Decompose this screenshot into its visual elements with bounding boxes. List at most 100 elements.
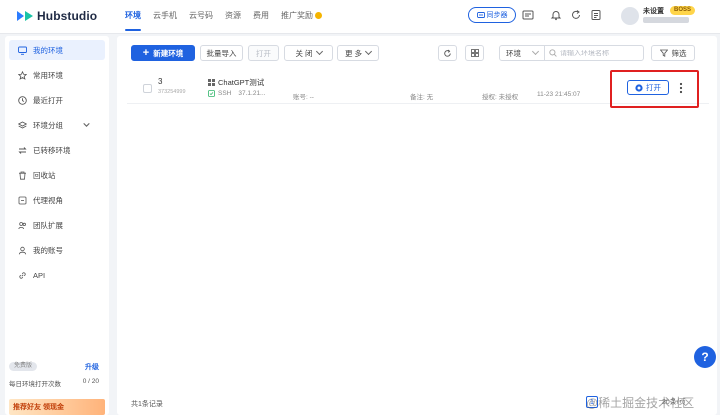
chevron-down-icon bbox=[315, 47, 323, 56]
grid-icon bbox=[470, 49, 479, 57]
star-icon bbox=[18, 70, 27, 80]
quota-label: 每日环境打开次数 bbox=[9, 381, 61, 388]
env-remark: 备注: 无 bbox=[410, 94, 434, 101]
sidebar-item-label: 常用环境 bbox=[33, 70, 63, 80]
env-index: 3 bbox=[158, 77, 163, 86]
watermark: @稀土掘金技术社区 bbox=[586, 396, 695, 410]
search-scope-label: 环境 bbox=[506, 48, 521, 58]
sidebar-item-api[interactable]: API bbox=[9, 265, 105, 285]
windows-icon bbox=[208, 79, 215, 86]
transfer-icon bbox=[18, 146, 27, 154]
nav-cloud-phone[interactable]: 云手机 bbox=[147, 0, 183, 34]
chevron-down-icon bbox=[83, 122, 90, 127]
refresh-icon bbox=[444, 49, 451, 57]
sidebar-item-recent[interactable]: 最近打开 bbox=[9, 90, 105, 110]
close-dropdown[interactable]: 关 闭 bbox=[284, 45, 333, 61]
proxy-status-icon bbox=[208, 90, 215, 97]
batch-import-button[interactable]: 批量导入 bbox=[200, 45, 243, 61]
open-environment-button[interactable]: 打开 bbox=[627, 80, 669, 95]
sidebar-item-my-environments[interactable]: 我的环境 bbox=[9, 40, 105, 60]
search-scope-select[interactable]: 环境 bbox=[499, 45, 545, 61]
sidebar-item-team[interactable]: 团队扩展 bbox=[9, 215, 105, 235]
top-bar: Hubstudio 环境 云手机 云号码 资源 费用 推广奖励 同步器 未设置 … bbox=[0, 0, 720, 34]
plan-badge: 免费版 bbox=[9, 362, 38, 371]
new-environment-button[interactable]: + 新建环境 bbox=[131, 45, 195, 61]
env-auth-status: 授权: 未授权 bbox=[482, 94, 519, 101]
upgrade-link[interactable]: 升级 bbox=[85, 362, 99, 372]
monitor-icon bbox=[18, 46, 27, 55]
sidebar-item-label: 我的环境 bbox=[33, 45, 63, 55]
env-last-opened: 11-23 21:45:07 bbox=[537, 91, 581, 98]
row-checkbox[interactable] bbox=[143, 84, 152, 93]
filter-icon bbox=[659, 49, 668, 57]
more-dropdown-label: 更 多 bbox=[344, 48, 363, 58]
nav-promo-rewards[interactable]: 推广奖励 bbox=[275, 0, 328, 34]
chevron-down-icon bbox=[365, 47, 373, 56]
more-vertical-icon[interactable] bbox=[679, 82, 683, 94]
sync-button-label: 同步器 bbox=[486, 12, 508, 19]
nav-promo-label: 推广奖励 bbox=[281, 11, 313, 20]
environment-panel: + 新建环境 批量导入 打开 关 闭 更 多 环境 筛选 3 373254999… bbox=[117, 36, 717, 415]
bell-icon[interactable] bbox=[550, 9, 562, 21]
help-button[interactable]: ? bbox=[694, 346, 716, 368]
filter-button[interactable]: 筛选 bbox=[651, 45, 695, 61]
user-subtitle bbox=[643, 17, 689, 23]
app-logo[interactable]: Hubstudio bbox=[16, 9, 97, 23]
new-environment-label: 新建环境 bbox=[153, 48, 184, 58]
close-dropdown-label: 关 闭 bbox=[295, 48, 313, 58]
nav-environment[interactable]: 环境 bbox=[119, 0, 147, 34]
sidebar-item-label: 我的账号 bbox=[33, 245, 63, 255]
sync-icon bbox=[476, 12, 485, 18]
user-icon bbox=[18, 246, 27, 254]
sidebar-item-label: 团队扩展 bbox=[33, 220, 63, 230]
env-name-label: ChatGPT测试 bbox=[218, 78, 265, 87]
sidebar-item-transferred[interactable]: 已转移环境 bbox=[9, 140, 105, 160]
more-dropdown[interactable]: 更 多 bbox=[337, 45, 379, 61]
sidebar-item-account[interactable]: 我的账号 bbox=[9, 240, 105, 260]
sidebar-item-recycle-bin[interactable]: 回收站 bbox=[9, 165, 105, 185]
search-input[interactable] bbox=[560, 49, 642, 57]
search-box bbox=[544, 45, 644, 61]
nav-cloud-number[interactable]: 云号码 bbox=[183, 0, 219, 34]
env-proxy: SSH 37.1.21... bbox=[208, 90, 265, 97]
team-icon bbox=[18, 221, 26, 229]
plus-icon: + bbox=[142, 46, 150, 59]
env-id: 373254999 bbox=[158, 89, 186, 95]
refresh-icon[interactable] bbox=[570, 9, 582, 21]
user-level-badge: BOSS bbox=[670, 6, 696, 15]
trash-icon bbox=[19, 171, 26, 180]
proxy-type: SSH bbox=[218, 90, 232, 97]
avatar[interactable] bbox=[621, 7, 639, 25]
referral-promo-banner[interactable]: 推荐好友 领现金 bbox=[9, 399, 105, 415]
chevron-down-icon bbox=[531, 47, 540, 56]
env-account: 账号: -- bbox=[293, 94, 314, 101]
proxy-ip: 37.1.21... bbox=[238, 90, 266, 97]
sidebar-item-label: 环境分组 bbox=[33, 120, 63, 130]
clock-icon bbox=[18, 95, 27, 105]
user-name[interactable]: 未设置 bbox=[643, 6, 664, 16]
view-toggle-button[interactable] bbox=[465, 45, 484, 61]
tutorial-icon[interactable] bbox=[522, 9, 534, 21]
sync-button[interactable]: 同步器 bbox=[468, 7, 516, 23]
search-icon bbox=[549, 49, 557, 57]
sidebar-item-proxy-view[interactable]: 代理视角 bbox=[9, 190, 105, 210]
main-nav: 环境 云手机 云号码 资源 费用 推广奖励 bbox=[119, 0, 328, 34]
sidebar-item-label: 代理视角 bbox=[33, 195, 63, 205]
sidebar-item-groups[interactable]: 环境分组 bbox=[9, 115, 105, 135]
sidebar-item-label: API bbox=[33, 270, 46, 280]
open-selected-button[interactable]: 打开 bbox=[248, 45, 279, 61]
nav-billing[interactable]: 费用 bbox=[247, 0, 275, 34]
nav-resources[interactable]: 资源 bbox=[219, 0, 247, 34]
sidebar-item-label: 回收站 bbox=[33, 170, 56, 180]
app-logo-text: Hubstudio bbox=[37, 9, 98, 23]
refresh-list-button[interactable] bbox=[438, 45, 457, 61]
proxy-icon bbox=[18, 196, 27, 204]
hubstudio-logo-icon bbox=[17, 11, 33, 21]
env-name[interactable]: ChatGPT测试 bbox=[208, 77, 264, 88]
quota-count: 0 / 20 bbox=[82, 378, 99, 385]
sidebar-item-favorites[interactable]: 常用环境 bbox=[9, 65, 105, 85]
sidebar: 我的环境 常用环境 最近打开 环境分组 已转移环境 回收站 代理视角 团队扩展 … bbox=[5, 36, 109, 415]
coin-icon bbox=[315, 12, 322, 19]
layers-icon bbox=[18, 121, 27, 128]
document-icon[interactable] bbox=[590, 9, 602, 21]
